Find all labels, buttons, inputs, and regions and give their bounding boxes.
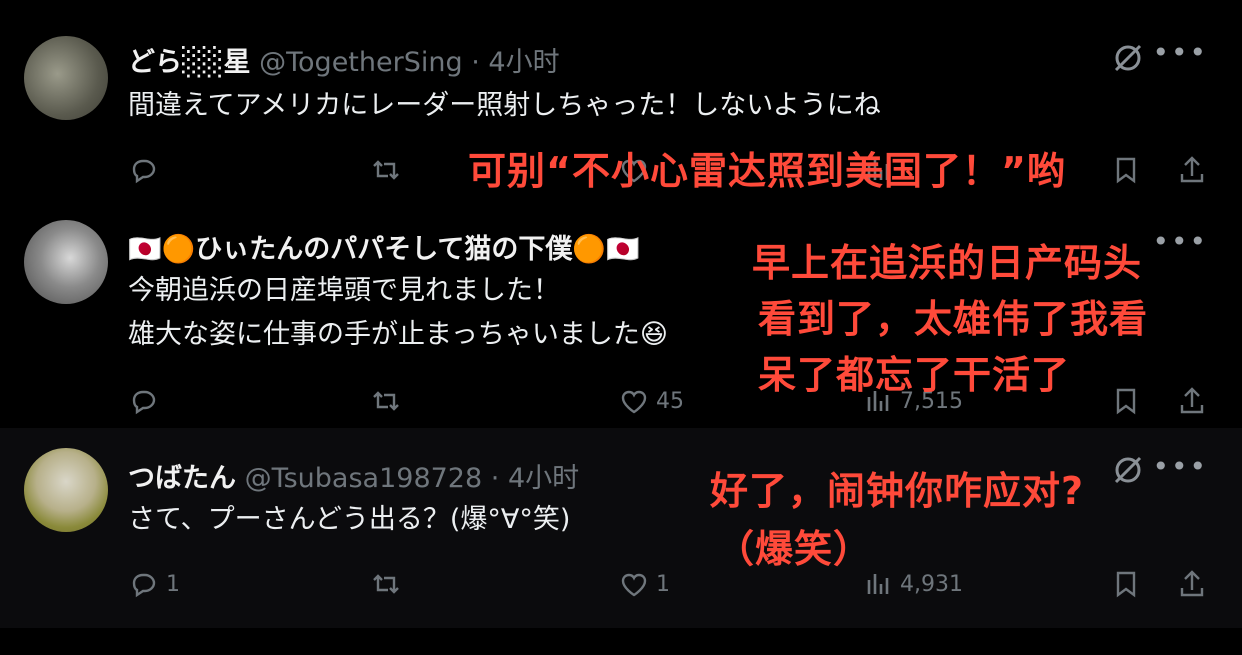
tweet-text: 間違えてアメリカにレーダー照射しちゃった！しないようにね — [128, 84, 881, 128]
tweet-header: つばたん @Tsubasa198728 · 4小时 — [128, 456, 579, 495]
share-button[interactable] — [1176, 150, 1208, 190]
share-icon — [1180, 570, 1204, 597]
views-button[interactable]: 4,931 — [862, 564, 963, 604]
tweet-text: さて、プーさんどう出る？(爆°∀°笑) — [128, 498, 570, 542]
tweet-text-line: さて、プーさんどう出る？(爆°∀°笑) — [128, 504, 571, 535]
like-button[interactable]: 1 — [618, 564, 670, 604]
tweet-header: どら░░星 @TogetherSing · 4小时 — [128, 40, 560, 79]
reply-button[interactable]: 1 — [128, 564, 180, 604]
bookmark-button[interactable] — [1110, 150, 1142, 190]
retweet-icon — [373, 574, 399, 594]
more-options-icon[interactable]: ••• — [1152, 225, 1208, 258]
bookmark-button[interactable] — [1110, 381, 1142, 421]
retweet-button[interactable] — [370, 564, 402, 604]
reply-button[interactable] — [128, 381, 166, 421]
view-count: 4,931 — [900, 571, 963, 597]
tweet-text-line: 雄大な姿に仕事の手が止まっちゃいました😆 — [128, 319, 669, 350]
translation-overlay-1: 可别“不小心雷达照到美国了！”哟 — [468, 149, 1066, 193]
tweet-text-line: 間違えてアメリカにレーダー照射しちゃった！しないようにね — [128, 90, 881, 121]
avatar[interactable] — [24, 220, 108, 304]
share-icon — [1180, 387, 1204, 414]
tweet-text-line: 今朝追浜の日産埠頭で見れました！ — [128, 275, 560, 306]
translation-overlay-3b: （爆笑） — [716, 527, 873, 571]
tweet-text: 今朝追浜の日産埠頭で見れました！ 雄大な姿に仕事の手が止まっちゃいました😆 — [128, 269, 668, 357]
avatar[interactable] — [24, 36, 108, 120]
avatar[interactable] — [24, 448, 108, 532]
translation-overlay-2c: 呆了都忘了干活了 — [758, 353, 1071, 397]
tweet-header: 🇯🇵🟠ひぃたんのパパそして猫の下僕🟠🇯🇵 — [128, 227, 640, 266]
share-icon — [1180, 156, 1204, 183]
reply-icon — [132, 573, 156, 598]
retweet-button[interactable] — [370, 150, 402, 190]
heart-icon — [621, 390, 647, 414]
bookmark-button[interactable] — [1110, 564, 1142, 604]
grok-icon[interactable] — [1110, 452, 1146, 488]
display-name[interactable]: 🇯🇵🟠ひぃたんのパパそして猫の下僕🟠🇯🇵 — [128, 234, 640, 265]
timestamp[interactable]: 4小时 — [508, 463, 579, 494]
reply-count: 1 — [166, 571, 180, 597]
reply-button[interactable] — [128, 150, 166, 190]
user-handle[interactable]: @Tsubasa198728 — [245, 463, 483, 494]
translation-overlay-2a: 早上在追浜的日产码头 — [752, 241, 1143, 285]
reply-icon — [132, 159, 156, 184]
reply-icon — [132, 390, 156, 415]
like-button[interactable]: 45 — [618, 381, 684, 421]
share-button[interactable] — [1176, 381, 1208, 421]
tweet-3[interactable]: つばたん @Tsubasa198728 · 4小时 ••• さて、プーさんどう出… — [0, 428, 1242, 628]
action-bar: 1 1 4,931 — [0, 564, 1242, 604]
display-name[interactable]: つばたん — [128, 463, 236, 494]
translation-overlay-2b: 看到了，太雄伟了我看 — [758, 297, 1149, 341]
display-name[interactable]: どら░░星 — [128, 47, 251, 78]
translation-overlay-3a: 好了，闹钟你咋应对? — [710, 469, 1085, 513]
separator-dot: · — [490, 463, 500, 494]
retweet-icon — [373, 391, 399, 411]
more-options-icon[interactable]: ••• — [1152, 36, 1208, 69]
retweet-icon — [373, 160, 399, 180]
bookmark-icon — [1116, 157, 1136, 184]
like-count: 45 — [656, 388, 684, 414]
bookmark-icon — [1116, 388, 1136, 415]
user-handle[interactable]: @TogetherSing — [259, 47, 462, 78]
share-button[interactable] — [1176, 564, 1208, 604]
grok-icon[interactable] — [1110, 40, 1146, 76]
heart-icon — [621, 573, 647, 597]
more-options-icon[interactable]: ••• — [1152, 450, 1208, 483]
timestamp[interactable]: 4小时 — [488, 47, 559, 78]
retweet-button[interactable] — [370, 381, 402, 421]
bookmark-icon — [1116, 571, 1136, 598]
like-count: 1 — [656, 571, 670, 597]
separator-dot: · — [471, 47, 480, 78]
